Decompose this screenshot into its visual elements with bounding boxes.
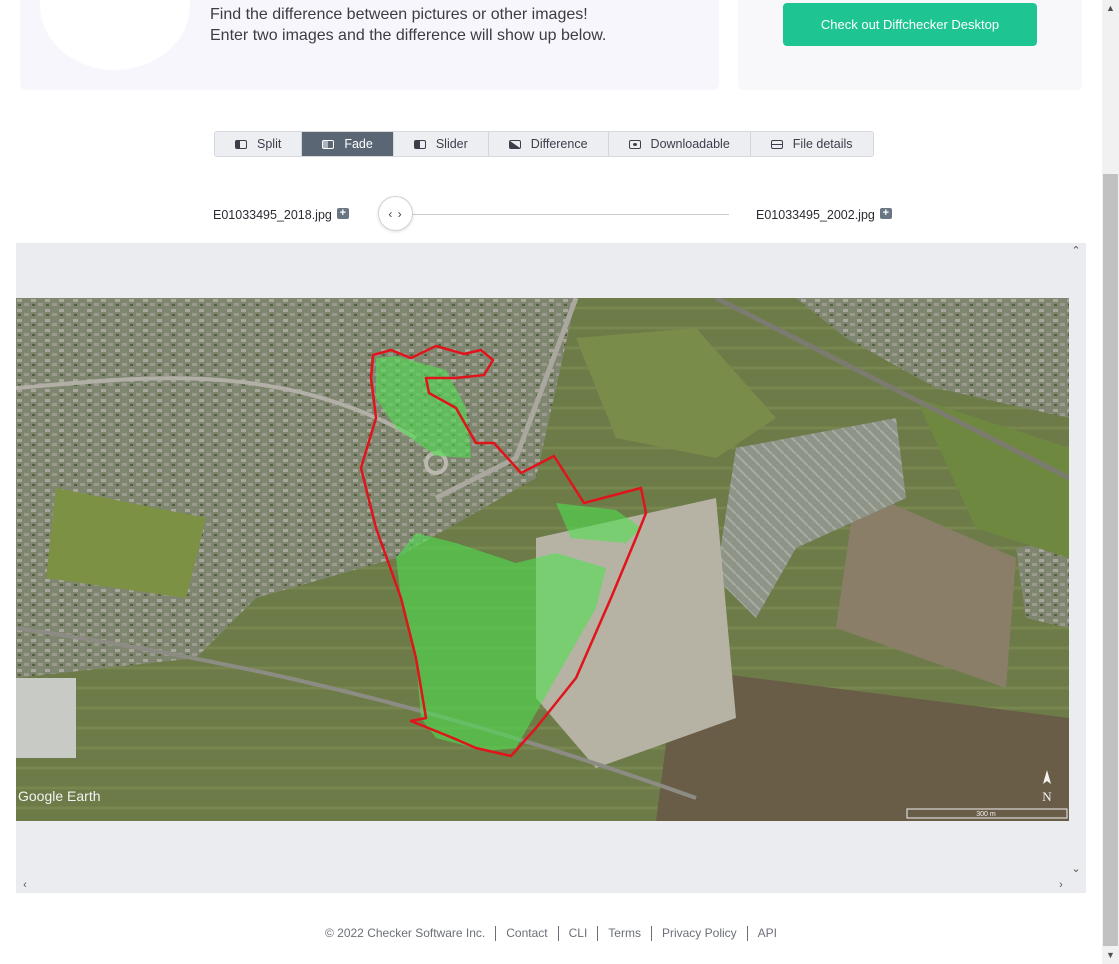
tab-downloadable[interactable]: Downloadable xyxy=(609,132,751,156)
split-icon xyxy=(235,139,247,149)
footer-link-privacy[interactable]: Privacy Policy xyxy=(662,926,737,940)
left-file-label: E01033495_2018.jpg xyxy=(213,208,332,222)
desktop-promo: Check out Diffchecker Desktop xyxy=(738,0,1082,90)
fade-slider-track[interactable] xyxy=(396,214,729,215)
aerial-image: 300 m N Google Earth xyxy=(16,298,1069,821)
footer-link-terms[interactable]: Terms xyxy=(608,926,641,940)
right-file-label: E01033495_2002.jpg xyxy=(756,208,875,222)
viewer-scroll-down-icon[interactable]: ⌄ xyxy=(1069,862,1083,876)
tab-fade[interactable]: Fade xyxy=(302,132,394,156)
fade-icon xyxy=(322,139,335,149)
tab-label: Slider xyxy=(435,137,468,151)
add-file-icon[interactable]: + xyxy=(336,207,349,219)
north-label: N xyxy=(1042,789,1052,804)
left-file-name: E01033495_2018.jpg + xyxy=(213,207,349,222)
tab-file-details[interactable]: File details xyxy=(751,132,873,156)
tab-slider[interactable]: Slider xyxy=(394,132,489,156)
add-file-icon[interactable]: + xyxy=(879,207,892,219)
hero-line-1: Find the difference between pictures or … xyxy=(210,6,588,23)
viewer-scroll-left-icon[interactable]: ‹ xyxy=(18,878,32,892)
downloadable-icon xyxy=(628,139,641,149)
footer: © 2022 Checker Software Inc. Contact CLI… xyxy=(0,926,1102,941)
hero-illustration-circle xyxy=(40,0,190,70)
page-scrollbar[interactable]: ▲ ▼ xyxy=(1102,0,1119,964)
difference-icon xyxy=(508,139,521,149)
slider-icon xyxy=(413,139,426,149)
tab-label: File details xyxy=(792,137,853,151)
image-viewer[interactable]: 300 m N Google Earth ⌃ ⌄ ‹ › xyxy=(16,243,1086,893)
hero-banner: Find the difference between pictures or … xyxy=(20,0,719,90)
right-file-name: E01033495_2002.jpg + xyxy=(756,207,892,222)
hero-line-2: Enter two images and the difference will… xyxy=(210,27,607,44)
scroll-up-icon[interactable]: ▲ xyxy=(1102,0,1119,17)
tab-label: Downloadable xyxy=(650,137,730,151)
view-mode-tabs: Split Fade Slider Difference Downloadabl… xyxy=(214,131,874,157)
hero-description: Find the difference between pictures or … xyxy=(210,4,606,46)
viewer-scroll-right-icon[interactable]: › xyxy=(1054,878,1068,892)
footer-link-cli[interactable]: CLI xyxy=(569,926,588,940)
aerial-photo-svg: 300 m N Google Earth xyxy=(16,298,1069,821)
tab-split[interactable]: Split xyxy=(215,132,303,156)
fade-slider-handle[interactable]: ‹ › xyxy=(378,196,413,231)
tab-difference[interactable]: Difference xyxy=(489,132,609,156)
tab-label: Split xyxy=(257,137,282,151)
footer-link-contact[interactable]: Contact xyxy=(506,926,547,940)
footer-link-api[interactable]: API xyxy=(758,926,777,940)
copyright: © 2022 Checker Software Inc. xyxy=(315,926,497,941)
scale-label: 300 m xyxy=(976,811,996,818)
tab-label: Fade xyxy=(344,137,373,151)
file-details-icon xyxy=(770,139,783,149)
scrollbar-thumb[interactable] xyxy=(1103,174,1118,946)
viewer-scroll-up-icon[interactable]: ⌃ xyxy=(1069,244,1083,258)
tab-label: Difference xyxy=(530,137,588,151)
scroll-down-icon[interactable]: ▼ xyxy=(1102,947,1119,964)
google-earth-watermark: Google Earth xyxy=(18,788,101,804)
diffchecker-desktop-button[interactable]: Check out Diffchecker Desktop xyxy=(783,3,1037,46)
